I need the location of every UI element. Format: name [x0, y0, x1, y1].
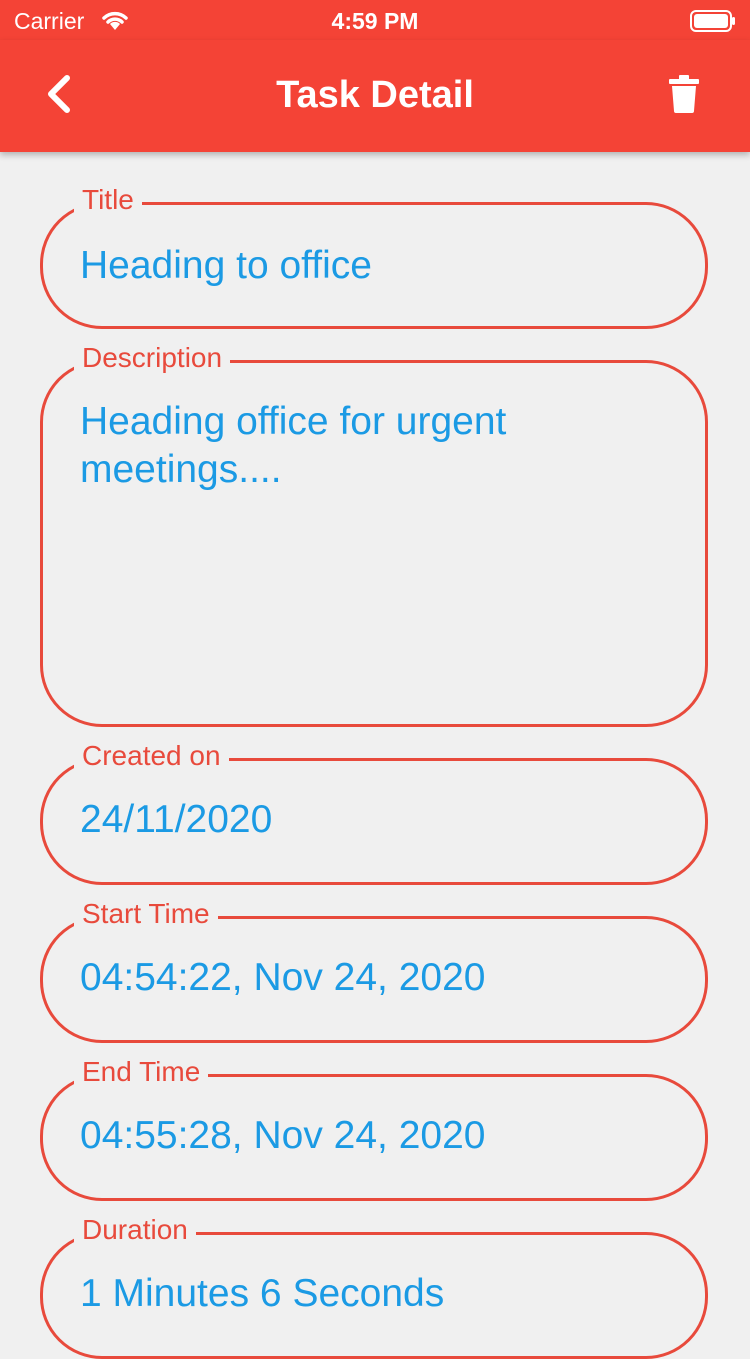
start-time-label: Start Time — [74, 894, 218, 934]
created-on-field[interactable]: Created on 24/11/2020 — [40, 736, 708, 885]
title-label: Title — [74, 180, 142, 220]
duration-label: Duration — [74, 1210, 196, 1250]
end-time-value: 04:55:28, Nov 24, 2020 — [80, 1114, 486, 1157]
app-bar: Task Detail — [0, 40, 750, 152]
status-time: 4:59 PM — [331, 8, 419, 34]
title-value: Heading to office — [80, 244, 372, 287]
duration-value: 1 Minutes 6 Seconds — [80, 1272, 445, 1315]
page-title: Task Detail — [276, 74, 474, 116]
created-on-label: Created on — [74, 736, 229, 776]
description-label: Description — [74, 338, 231, 378]
title-field[interactable]: Title Heading to office — [40, 180, 708, 329]
battery-icon — [690, 10, 736, 37]
created-on-value: 24/11/2020 — [80, 798, 273, 841]
description-value: Heading office for urgent meetings.... — [80, 400, 507, 491]
duration-field[interactable]: Duration 1 Minutes 6 Seconds — [40, 1210, 708, 1359]
status-bar: Carrier 4:59 PM — [0, 0, 750, 40]
trash-icon — [669, 74, 699, 118]
end-time-label: End Time — [74, 1052, 209, 1092]
description-field[interactable]: Description Heading office for urgent me… — [40, 338, 708, 727]
end-time-field[interactable]: End Time 04:55:28, Nov 24, 2020 — [40, 1052, 708, 1201]
start-time-field[interactable]: Start Time 04:54:22, Nov 24, 2020 — [40, 894, 708, 1043]
delete-button[interactable] — [658, 70, 710, 122]
start-time-value: 04:54:22, Nov 24, 2020 — [80, 956, 486, 999]
